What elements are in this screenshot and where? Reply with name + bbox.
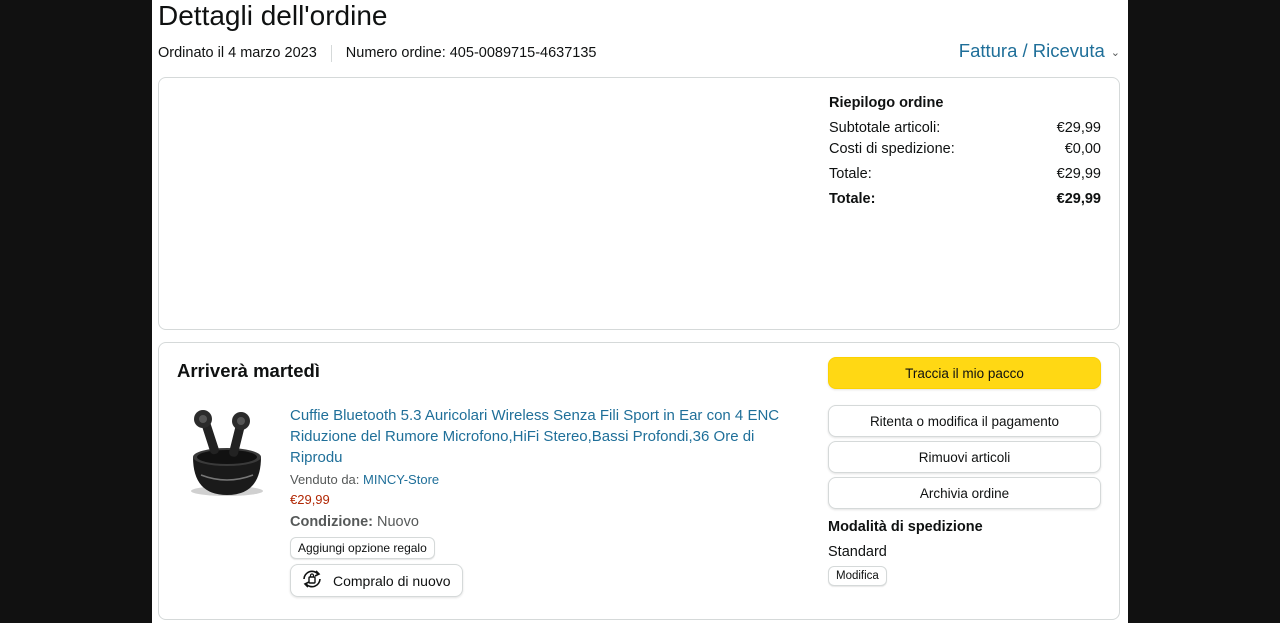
product-condition: Condizione: Nuovo	[290, 512, 790, 532]
page-title: Dettagli dell'ordine	[158, 0, 388, 31]
remove-items-button[interactable]: Rimuovi articoli	[828, 441, 1101, 473]
buy-again-label: Compralo di nuovo	[333, 572, 451, 589]
seller-link[interactable]: MINCY-Store	[363, 472, 439, 487]
invoice-label: Fattura / Ricevuta	[958, 40, 1105, 61]
chevron-down-icon: ⌄	[1110, 46, 1120, 59]
order-date: Ordinato il 4 marzo 2023	[158, 45, 317, 61]
product-details: Cuffie Bluetooth 5.3 Auricolari Wireless…	[290, 405, 790, 597]
invoice-dropdown[interactable]: Fattura / Ricevuta ⌄	[959, 40, 1120, 62]
shipment-panel: Arriverà martedì Cuffie Bluetooth 5.3 Au…	[158, 342, 1120, 620]
add-gift-option-button[interactable]: Aggiungi opzione regalo	[290, 537, 435, 559]
summary-label: Subtotale articoli:	[829, 120, 941, 136]
summary-value: €29,99	[1056, 191, 1101, 207]
summary-label: Totale:	[829, 191, 876, 207]
summary-row-subtotal: Subtotale articoli: €29,99	[829, 118, 1101, 139]
summary-value: €29,99	[1056, 120, 1101, 136]
order-actions: Traccia il mio pacco Ritenta o modifica …	[828, 357, 1101, 586]
sold-by: Venduto da: MINCY-Store	[290, 471, 790, 489]
summary-label: Totale:	[829, 166, 872, 182]
order-summary: Riepilogo ordine Subtotale articoli: €29…	[829, 94, 1101, 210]
edit-shipping-button[interactable]: Modifica	[828, 566, 887, 586]
condition-value: Nuovo	[377, 514, 419, 530]
shipping-method-value: Standard	[828, 544, 887, 560]
order-meta: Ordinato il 4 marzo 2023 Numero ordine: …	[158, 44, 597, 62]
order-summary-panel: Riepilogo ordine Subtotale articoli: €29…	[158, 77, 1120, 330]
sold-by-label: Venduto da:	[290, 472, 360, 487]
shipping-method-heading: Modalità di spedizione	[828, 519, 983, 535]
condition-label: Condizione:	[290, 514, 373, 530]
summary-value: €0,00	[1064, 141, 1101, 157]
order-number: Numero ordine: 405-0089715-4637135	[345, 45, 597, 61]
product-image[interactable]	[187, 405, 271, 501]
summary-label: Costi di spedizione:	[829, 141, 955, 157]
summary-row-total: Totale: €29,99	[829, 164, 1101, 185]
summary-row-grand-total: Totale: €29,99	[829, 189, 1101, 210]
arrival-heading: Arriverà martedì	[177, 360, 320, 381]
summary-value: €29,99	[1056, 166, 1101, 182]
product-price: €29,99	[290, 492, 330, 507]
retry-payment-button[interactable]: Ritenta o modifica il pagamento	[828, 405, 1101, 437]
meta-divider	[330, 44, 332, 62]
archive-order-button[interactable]: Archivia ordine	[828, 477, 1101, 509]
order-details-page: Dettagli dell'ordine Ordinato il 4 marzo…	[152, 0, 1128, 623]
summary-heading: Riepilogo ordine	[829, 95, 944, 111]
summary-row-shipping: Costi di spedizione: €0,00	[829, 139, 1101, 160]
buy-again-button[interactable]: Compralo di nuovo	[290, 564, 463, 597]
track-package-button[interactable]: Traccia il mio pacco	[828, 357, 1101, 389]
buy-again-icon	[299, 566, 325, 595]
product-title-link[interactable]: Cuffie Bluetooth 5.3 Auricolari Wireless…	[290, 405, 790, 468]
